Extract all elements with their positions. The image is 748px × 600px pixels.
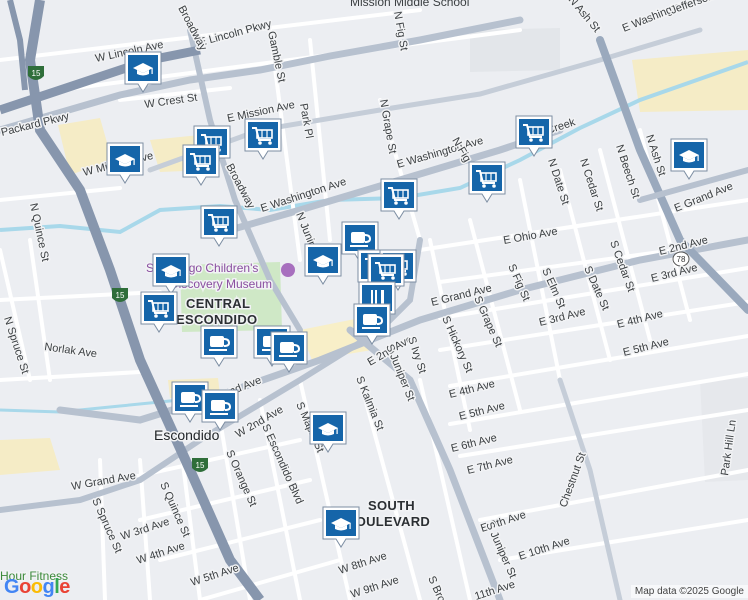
district-label-central-1: CENTRAL xyxy=(186,296,250,311)
svg-text:15: 15 xyxy=(196,461,205,470)
svg-text:15: 15 xyxy=(116,291,125,300)
map-canvas[interactable]: 15 15 15 78 E Lincoln Pkwy W Lincoln Ave… xyxy=(0,0,748,600)
google-logo: Google xyxy=(4,576,70,598)
district-label-south-1: SOUTH xyxy=(368,498,415,513)
highway-shield-3: 15 xyxy=(192,458,208,472)
map-attribution[interactable]: Map data ©2025 Google xyxy=(630,585,748,598)
highway-shield-2: 15 xyxy=(112,288,128,302)
city-label: Escondido xyxy=(154,427,220,443)
svg-text:78: 78 xyxy=(677,255,686,264)
svg-text:15: 15 xyxy=(32,69,41,78)
museum-icon xyxy=(281,263,295,277)
district-label-central-2: ESCONDIDO xyxy=(176,312,257,327)
school-label: Mission Middle School xyxy=(350,0,469,9)
highway-shield-1: 15 xyxy=(28,66,44,80)
